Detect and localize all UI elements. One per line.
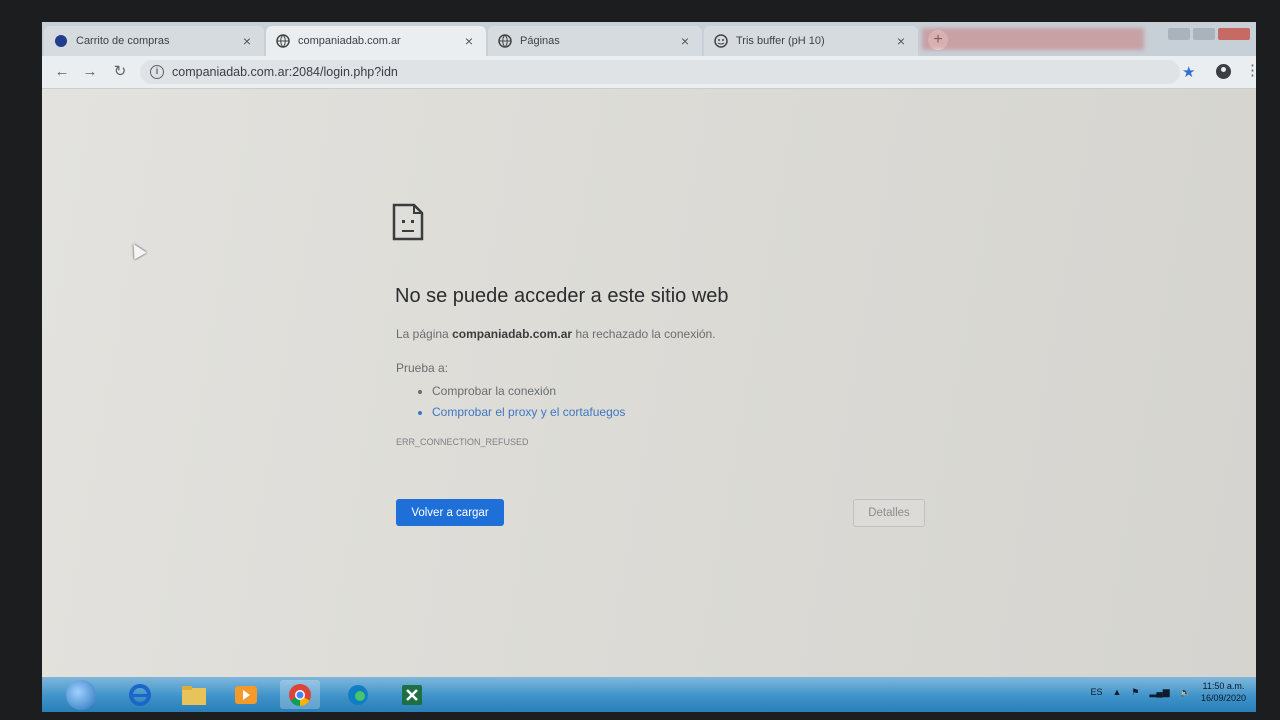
internet-explorer-icon[interactable] <box>120 680 160 709</box>
edge-icon[interactable] <box>338 680 378 709</box>
maximize-button[interactable] <box>1193 28 1215 40</box>
tab-title: Tris buffer (pH 10) <box>736 35 825 47</box>
error-code: ERR_CONNECTION_REFUSED <box>396 437 529 447</box>
tab-title: Páginas <box>520 35 560 47</box>
menu-kebab-icon[interactable]: ⋮ <box>1245 62 1256 80</box>
file-explorer-icon[interactable] <box>174 680 214 709</box>
address-bar[interactable]: i companiadab.com.ar:2084/login.php?idn <box>140 60 1180 84</box>
globe-icon <box>276 34 290 48</box>
tab-paginas[interactable]: Páginas × <box>488 26 702 56</box>
desc-prefix: La página <box>396 327 453 341</box>
clock-date: 16/09/2020 <box>1200 693 1246 703</box>
details-button[interactable]: Detalles <box>853 499 925 527</box>
cart-site-icon <box>54 34 68 48</box>
page-content: No se puede acceder a este sitio web La … <box>42 89 1256 677</box>
chrome-icon[interactable] <box>280 680 320 709</box>
system-tray: ES ▲ ⚑ ▂▄▆ 🔈 11:50 a.m. 16/09/2020 <box>1090 680 1246 704</box>
profile-avatar-icon[interactable] <box>1216 64 1231 79</box>
error-description: La página companiadab.com.ar ha rechazad… <box>396 327 716 341</box>
suggestion-list: Comprobar la conexión Comprobar el proxy… <box>416 381 625 423</box>
language-indicator[interactable]: ES <box>1090 687 1102 697</box>
smiley-site-icon <box>714 34 728 48</box>
tab-companiadab[interactable]: companiadab.com.ar × <box>266 26 486 56</box>
tab-close-icon[interactable]: × <box>894 33 908 49</box>
minimize-button[interactable] <box>1168 28 1190 40</box>
error-title: No se puede acceder a este sitio web <box>395 285 729 307</box>
bookmark-star-icon[interactable]: ★ <box>1182 63 1195 81</box>
media-player-icon[interactable] <box>226 680 266 709</box>
window-close-button[interactable] <box>1218 28 1250 40</box>
suggestion-check-proxy-link[interactable]: Comprobar el proxy y el cortafuegos <box>432 402 625 423</box>
desc-suffix: ha rechazado la conexión. <box>572 327 716 341</box>
excel-icon[interactable] <box>392 680 432 709</box>
start-button[interactable] <box>66 680 96 710</box>
tab-strip: Carrito de compras × companiadab.com.ar … <box>42 22 1256 56</box>
browser-window: Carrito de compras × companiadab.com.ar … <box>42 22 1256 712</box>
window-controls <box>1168 28 1250 40</box>
network-signal-icon[interactable]: ▂▄▆ <box>1150 687 1170 698</box>
browser-toolbar: ← → ↻ i companiadab.com.ar:2084/login.ph… <box>42 56 1256 89</box>
try-label: Prueba a: <box>396 361 449 375</box>
mouse-pointer-icon <box>127 240 147 260</box>
clock[interactable]: 11:50 a.m. 16/09/2020 <box>1201 680 1246 704</box>
blurred-region <box>922 28 1144 50</box>
action-center-flag-icon[interactable]: ⚑ <box>1131 687 1139 698</box>
tab-title: companiadab.com.ar <box>298 35 401 47</box>
tab-title: Carrito de compras <box>76 35 170 47</box>
tab-tris-buffer[interactable]: Tris buffer (pH 10) × <box>704 26 918 56</box>
info-icon[interactable]: i <box>150 65 164 79</box>
desc-domain: companiadab.com.ar <box>452 327 573 341</box>
tab-close-icon[interactable]: × <box>462 33 476 49</box>
back-arrow-icon[interactable]: ← <box>52 62 72 82</box>
reload-icon[interactable]: ↻ <box>110 62 130 82</box>
volume-icon[interactable]: 🔈 <box>1180 687 1191 698</box>
forward-arrow-icon[interactable]: → <box>80 62 100 82</box>
url-text: companiadab.com.ar:2084/login.php?idn <box>172 65 398 79</box>
tab-carrito[interactable]: Carrito de compras × <box>44 26 264 56</box>
tab-close-icon[interactable]: × <box>240 33 254 49</box>
sad-document-icon <box>392 203 424 241</box>
taskbar: ES ▲ ⚑ ▂▄▆ 🔈 11:50 a.m. 16/09/2020 <box>42 677 1256 712</box>
tray-expand-icon[interactable]: ▲ <box>1113 687 1122 697</box>
reload-button[interactable]: Volver a cargar <box>396 499 504 526</box>
tab-close-icon[interactable]: × <box>678 33 692 49</box>
clock-time: 11:50 a.m. <box>1202 681 1245 691</box>
globe-icon <box>498 34 512 48</box>
suggestion-check-connection: Comprobar la conexión <box>432 381 625 402</box>
